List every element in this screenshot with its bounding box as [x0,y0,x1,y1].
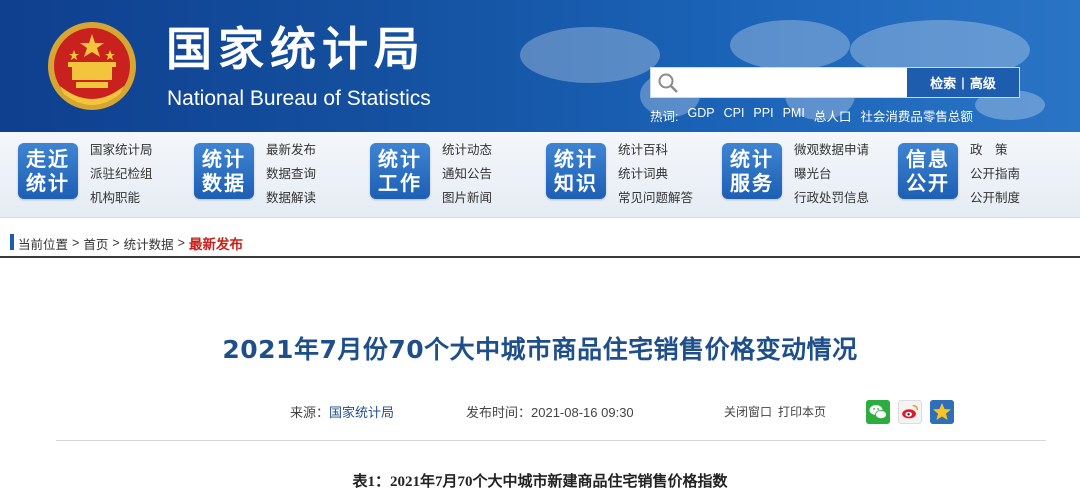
breadcrumb-current[interactable]: 最新发布 [189,233,243,253]
nav-link[interactable]: 数据解读 [266,188,316,208]
hot-word-gdp[interactable]: GDP [687,106,714,125]
article-divider [56,440,1046,441]
breadcrumb-marker [10,234,14,250]
table-caption: 表1：2021年7月70个大中城市新建商品住宅销售价格指数 [352,474,728,490]
favorite-star-icon[interactable] [930,400,954,424]
close-window-link[interactable]: 关闭窗口 [724,403,772,420]
nav-links: 国家统计局 派驻纪检组 机构职能 [90,140,153,208]
nav-links: 政 策 公开指南 公开制度 [970,140,1020,208]
nav-badge-line: 走近 [26,147,70,171]
hot-word-pmi[interactable]: PMI [783,106,805,125]
site-title: 国家统计局 [166,22,426,76]
nav-badge-line: 数据 [202,171,246,195]
nav-badge-data[interactable]: 统计 数据 [194,143,254,199]
publish-time-label: 发布时间： [466,405,532,420]
article-meta: 来源：国家统计局 发布时间：2021-08-16 09:30 关闭窗口 打印本页 [0,400,1080,424]
source-label: 来源： [290,405,330,420]
nav-badge-line: 统计 [730,147,774,171]
nav-link[interactable]: 通知公告 [442,164,492,184]
hot-words-label: 热词: [650,110,679,124]
breadcrumb: 当前位置 > 首页 > 统计数据 > 最新发布 [18,233,243,253]
breadcrumb-statistics-data[interactable]: 统计数据 [124,234,174,253]
nav-links: 统计动态 通知公告 图片新闻 [442,140,492,208]
nav-badge-line: 统计 [554,147,598,171]
publish-time-value: 2021-08-16 09:30 [531,405,634,420]
nav-link[interactable]: 派驻纪检组 [90,164,153,184]
article-actions: 关闭窗口 打印本页 [724,403,826,420]
nav-link[interactable]: 统计词典 [618,164,693,184]
breadcrumb-home[interactable]: 首页 [83,234,108,253]
nav-badge-line: 服务 [730,171,774,195]
breadcrumb-separator: > [177,236,185,250]
nav-badge-line: 公开 [906,171,950,195]
breadcrumb-separator: > [72,236,80,250]
nav-link[interactable]: 国家统计局 [90,140,153,160]
nav-link[interactable]: 公开制度 [970,188,1020,208]
site-banner: 国家统计局 National Bureau of Statistics 检索 |… [0,0,1080,132]
search-input[interactable] [683,70,903,95]
nav-link[interactable]: 公开指南 [970,164,1020,184]
nav-link[interactable]: 最新发布 [266,140,316,160]
national-emblem-icon [48,22,136,110]
nav-badge-line: 统计 [202,147,246,171]
search-icon [658,73,678,93]
nav-badge-line: 工作 [378,171,422,195]
search-button[interactable]: 检索 | 高级 [907,68,1019,97]
main-nav: 走近 统计 国家统计局 派驻纪检组 机构职能 统计 数据 最新发布 数据查询 数… [0,132,1080,218]
wechat-share-icon[interactable] [866,400,890,424]
nav-badge-line: 信息 [906,147,950,171]
nav-links: 微观数据申请 曝光台 行政处罚信息 [794,140,869,208]
weibo-share-icon[interactable] [898,400,922,424]
nav-link[interactable]: 统计动态 [442,140,492,160]
nav-badge-service[interactable]: 统计 服务 [722,143,782,199]
search-box: 检索 | 高级 [650,67,1020,98]
nav-link[interactable]: 曝光台 [794,164,869,184]
search-button-separator: | [961,75,965,90]
article-title: 2021年7月份70个大中城市商品住宅销售价格变动情况 [222,335,858,364]
nav-link[interactable]: 机构职能 [90,188,153,208]
nav-links: 最新发布 数据查询 数据解读 [266,140,316,208]
nav-link[interactable]: 行政处罚信息 [794,188,869,208]
nav-badge-line: 知识 [554,171,598,195]
nav-badge-knowledge[interactable]: 统计 知识 [546,143,606,199]
nav-badge-work[interactable]: 统计 工作 [370,143,430,199]
hot-word-retail-sales[interactable]: 社会消费品零售总额 [860,106,973,125]
nav-link[interactable]: 政 策 [970,140,1020,160]
hot-word-cpi[interactable]: CPI [724,106,745,125]
nav-badge-about[interactable]: 走近 统计 [18,143,78,199]
print-page-link[interactable]: 打印本页 [778,403,826,420]
breadcrumb-bar: 当前位置 > 首页 > 统计数据 > 最新发布 [0,218,1080,258]
nav-link[interactable]: 统计百科 [618,140,693,160]
article-publish-time: 发布时间：2021-08-16 09:30 [466,402,634,421]
nav-link[interactable]: 图片新闻 [442,188,492,208]
nav-link[interactable]: 常见问题解答 [618,188,693,208]
hot-word-population[interactable]: 总人口 [814,106,852,125]
nav-badge-disclosure[interactable]: 信息 公开 [898,143,958,199]
nav-link[interactable]: 数据查询 [266,164,316,184]
nav-link[interactable]: 微观数据申请 [794,140,869,160]
nav-badge-line: 统计 [378,147,422,171]
hot-word-ppi[interactable]: PPI [753,106,773,125]
advanced-search-link[interactable]: 高级 [970,73,996,92]
breadcrumb-separator: > [112,236,120,250]
nav-links: 统计百科 统计词典 常见问题解答 [618,140,693,208]
search-button-label[interactable]: 检索 [930,73,956,92]
site-subtitle: National Bureau of Statistics [167,87,431,110]
article-source: 来源：国家统计局 [290,402,394,421]
hot-words: 热词: GDP CPI PPI PMI 总人口 社会消费品零售总额 [650,106,973,125]
breadcrumb-label: 当前位置 [18,237,69,252]
source-link[interactable]: 国家统计局 [329,405,394,420]
nav-badge-line: 统计 [26,171,70,195]
